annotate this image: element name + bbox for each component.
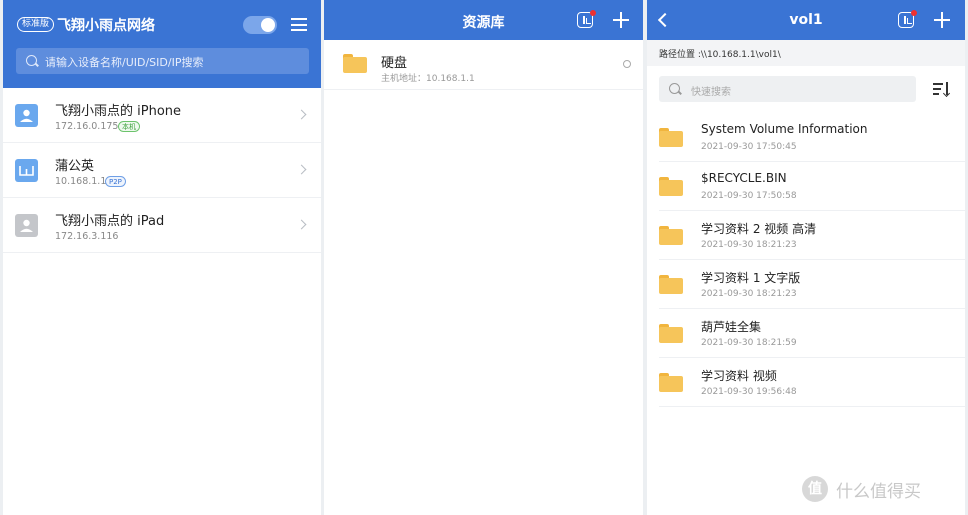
- folder-row[interactable]: 葫芦娃全集 2021-09-30 18:21:59: [659, 309, 965, 358]
- device-ip: 10.168.1.1: [55, 176, 107, 187]
- folder-browser-panel: vol1 路径位置 :\\10.168.1.1\vol1\ 快速搜索 Syste…: [647, 0, 965, 515]
- folder-date: 2021-09-30 17:50:45: [701, 142, 797, 152]
- watermark: 值 什么值得买: [802, 474, 962, 504]
- folder-icon: [659, 226, 683, 245]
- device-name: 飞翔小雨点的 iPad: [55, 214, 165, 229]
- folder-icon: [659, 373, 683, 392]
- folder-name: 葫芦娃全集: [701, 320, 762, 334]
- p2p-badge: P2P: [105, 176, 126, 187]
- add-icon[interactable]: [613, 12, 629, 28]
- watermark-logo-icon: 值: [802, 476, 828, 502]
- menu-icon[interactable]: [291, 18, 307, 31]
- folder-date: 2021-09-30 18:21:23: [701, 289, 797, 299]
- tablet-icon: [15, 214, 38, 237]
- chevron-right-icon: [296, 219, 307, 230]
- add-icon[interactable]: [934, 12, 950, 28]
- resource-header: 资源库: [324, 0, 643, 40]
- device-ip: 172.16.0.175: [55, 121, 119, 132]
- quick-search-input[interactable]: 快速搜索: [659, 76, 916, 102]
- device-name: 飞翔小雨点的 iPhone: [55, 104, 182, 119]
- toggle-knob: [261, 18, 275, 32]
- folder-name: 学习资料 视频: [701, 369, 777, 383]
- path-breadcrumb: 路径位置 :\\10.168.1.1\vol1\: [647, 40, 965, 66]
- local-device-badge: 本机: [118, 121, 140, 132]
- notification-dot: [590, 10, 596, 16]
- device-row[interactable]: 蒲公英 10.168.1.1 P2P: [3, 143, 321, 198]
- disk-name: 硬盘: [381, 56, 408, 71]
- device-name: 蒲公英: [55, 159, 95, 174]
- folder-name: 学习资料 1 文字版: [701, 271, 801, 285]
- device-row[interactable]: 飞翔小雨点的 iPad 172.16.3.116: [3, 198, 321, 253]
- folder-date: 2021-09-30 18:21:23: [701, 240, 797, 250]
- folder-icon: [659, 324, 683, 343]
- device-search-input[interactable]: 请输入设备名称/UID/SID/IP搜索: [16, 48, 309, 74]
- folder-row[interactable]: 学习资料 2 视频 高清 2021-09-30 18:21:23: [659, 211, 965, 260]
- device-row[interactable]: 飞翔小雨点的 iPhone 172.16.0.175 本机: [3, 88, 321, 143]
- folder-row[interactable]: 学习资料 1 文字版 2021-09-30 18:21:23: [659, 260, 965, 309]
- select-radio[interactable]: [623, 60, 631, 68]
- folder-date: 2021-09-30 19:56:48: [701, 387, 797, 397]
- folder-icon: [659, 177, 683, 196]
- router-icon: [15, 159, 38, 182]
- folder-date: 2021-09-30 17:50:58: [701, 191, 797, 201]
- folder-header: vol1: [647, 0, 965, 40]
- disk-item[interactable]: 硬盘 主机地址：10.168.1.1: [324, 40, 643, 90]
- phone-icon: [15, 104, 38, 127]
- folder-name: 学习资料 2 视频 高清: [701, 222, 817, 236]
- chevron-right-icon: [296, 164, 307, 175]
- device-ip: 172.16.3.116: [55, 231, 119, 242]
- folder-name: System Volume Information: [701, 122, 868, 136]
- network-toggle[interactable]: [243, 16, 277, 34]
- network-header: 标准版 飞翔小雨点网络 请输入设备名称/UID/SID/IP搜索: [3, 0, 321, 88]
- search-placeholder: 请输入设备名称/UID/SID/IP搜索: [45, 56, 204, 69]
- folder-date: 2021-09-30 18:21:59: [701, 338, 797, 348]
- search-placeholder: 快速搜索: [691, 87, 731, 98]
- chevron-right-icon: [296, 109, 307, 120]
- disk-host: 主机地址：10.168.1.1: [381, 74, 475, 84]
- search-icon: [669, 83, 680, 94]
- search-icon: [26, 55, 37, 66]
- device-list-panel: 标准版 飞翔小雨点网络 请输入设备名称/UID/SID/IP搜索 飞翔小雨点的 …: [3, 0, 321, 515]
- watermark-text: 什么值得买: [836, 482, 921, 502]
- folder-name: $RECYCLE.BIN: [701, 171, 787, 185]
- notification-dot: [911, 10, 917, 16]
- folder-icon: [659, 128, 683, 147]
- folder-row[interactable]: $RECYCLE.BIN 2021-09-30 17:50:58: [659, 162, 965, 211]
- folder-icon: [659, 275, 683, 294]
- edition-badge: 标准版: [17, 17, 55, 32]
- folder-row[interactable]: System Volume Information 2021-09-30 17:…: [659, 113, 965, 162]
- file-list: System Volume Information 2021-09-30 17:…: [647, 113, 965, 407]
- page-title: vol1: [789, 12, 823, 28]
- sort-icon[interactable]: [933, 82, 951, 98]
- resource-library-panel: 资源库 硬盘 主机地址：10.168.1.1: [324, 0, 643, 515]
- folder-row[interactable]: 学习资料 视频 2021-09-30 19:56:48: [659, 358, 965, 407]
- network-title: 飞翔小雨点网络: [57, 18, 155, 34]
- folder-icon: [343, 54, 367, 73]
